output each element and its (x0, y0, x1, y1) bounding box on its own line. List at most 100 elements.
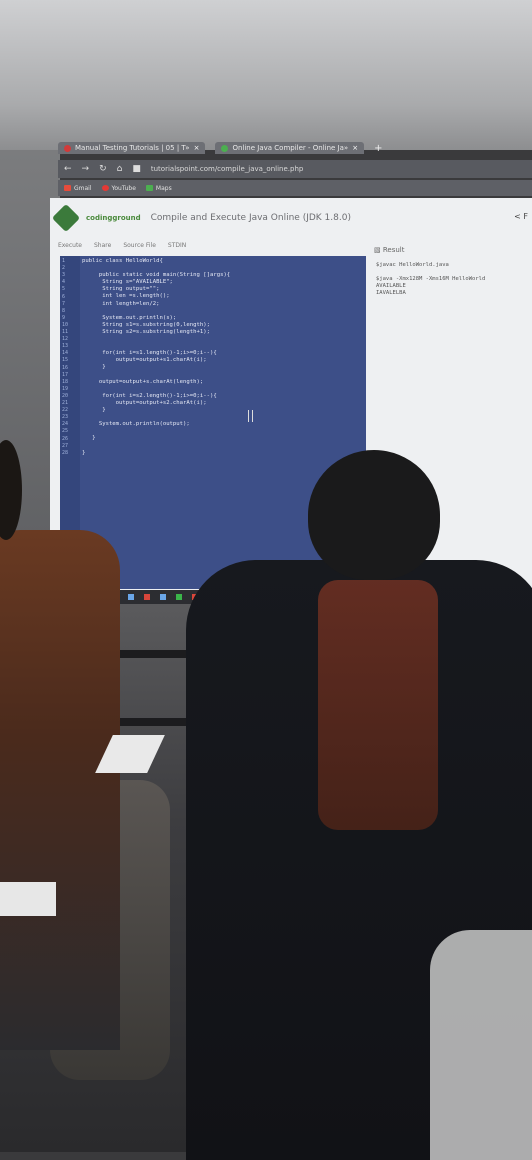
code-line[interactable]: } (82, 364, 362, 371)
code-line[interactable]: public static void main(String []args){ (82, 272, 362, 279)
line-number: 23 (62, 414, 69, 421)
code-line[interactable]: output=output+s1.charAt(i); (82, 357, 362, 364)
code-line[interactable]: } (82, 435, 362, 442)
compiler-page: codingground Compile and Execute Java On… (50, 198, 532, 593)
lock-icon: ■ (132, 164, 141, 174)
line-number: 25 (62, 428, 69, 435)
reload-icon[interactable]: ↻ (99, 164, 107, 174)
result-line: IAVALELBA (376, 290, 406, 296)
line-number: 2 (62, 265, 66, 272)
url-text[interactable]: tutorialspoint.com/compile_java_online.p… (151, 165, 303, 173)
line-number: 13 (62, 343, 69, 350)
code-line[interactable]: } (82, 407, 362, 414)
home-icon[interactable]: ⌂ (117, 164, 123, 174)
code-line[interactable]: String s1=s.substring(0,length); (82, 322, 362, 329)
line-number: 10 (62, 321, 69, 328)
result-line (376, 269, 532, 276)
line-number: 20 (62, 392, 69, 399)
code-line[interactable] (82, 386, 362, 393)
result-line: $java -Xmx128M -Xms16M HelloWorld (376, 276, 486, 282)
code-line[interactable] (82, 414, 362, 421)
taskbar-icon[interactable] (128, 594, 134, 600)
execute-button[interactable]: Execute (58, 242, 82, 249)
bookmark-youtube[interactable]: YouTube (101, 185, 136, 192)
address-bar[interactable]: ← → ↻ ⌂ ■ tutorialspoint.com/compile_jav… (58, 160, 532, 178)
code-line[interactable] (82, 336, 362, 343)
youtube-icon (101, 185, 109, 191)
line-number: 17 (62, 371, 69, 378)
person-right-edge (430, 930, 532, 1160)
line-number: 3 (62, 272, 66, 279)
bookmarks-bar: Gmail YouTube Maps (58, 180, 532, 196)
site-favicon-icon (221, 144, 229, 152)
line-number: 27 (62, 442, 69, 449)
line-number: 28 (62, 449, 69, 456)
new-tab-button[interactable]: + (374, 143, 382, 154)
browser-tab[interactable]: Manual Testing Tutorials | 05 | T» × (58, 142, 206, 154)
line-number: 24 (62, 421, 69, 428)
chrome-taskbar-icon[interactable] (176, 594, 182, 600)
code-line[interactable]: String s2=s.substring(length+1); (82, 329, 362, 336)
gmail-icon (64, 185, 71, 191)
text-cursor-icon (248, 410, 253, 422)
code-line[interactable]: public class HelloWorld{ (82, 258, 362, 265)
line-number: 19 (62, 385, 69, 392)
site-header: codingground Compile and Execute Java On… (50, 198, 532, 238)
code-line[interactable]: int length=len/2; (82, 301, 362, 308)
codingground-logo-icon[interactable] (51, 203, 81, 233)
red-garment (318, 580, 438, 830)
code-line[interactable]: String output=""; (82, 286, 362, 293)
taskbar-icon[interactable] (144, 594, 150, 600)
share-button[interactable]: < F (514, 212, 528, 221)
stdin-button[interactable]: STDIN (168, 242, 186, 249)
line-number: 5 (62, 286, 66, 293)
taskbar-icon[interactable] (160, 594, 166, 600)
line-number: 16 (62, 364, 69, 371)
source-file-button[interactable]: Source File (123, 242, 156, 249)
line-number: 7 (62, 300, 66, 307)
line-number: 9 (62, 314, 66, 321)
page-title: Compile and Execute Java Online (JDK 1.8… (150, 213, 351, 223)
code-line[interactable] (82, 428, 362, 435)
code-text[interactable]: public class HelloWorld{ public static v… (82, 258, 362, 457)
code-line[interactable]: output=output+s2.charAt(i); (82, 400, 362, 407)
ceiling (0, 0, 532, 150)
line-number: 26 (62, 435, 69, 442)
seated-person-left (0, 530, 120, 1050)
line-number: 11 (62, 329, 69, 335)
person-head-center (308, 450, 440, 580)
line-number: 4 (62, 279, 66, 286)
code-line[interactable]: for(int i=s2.length()-1;i>=0;i--){ (82, 393, 362, 400)
code-line[interactable] (82, 442, 362, 449)
code-line[interactable]: } (82, 450, 362, 457)
close-tab-icon[interactable]: × (194, 144, 200, 152)
paper-notebook (0, 882, 56, 916)
forward-icon[interactable]: → (82, 164, 90, 174)
browser-tab[interactable]: Online Java Compiler - Online Ja» × (215, 142, 365, 154)
browser-tab-strip: Manual Testing Tutorials | 05 | T» × Onl… (58, 140, 532, 156)
close-tab-icon[interactable]: × (352, 144, 358, 152)
result-heading: ▧ Result (374, 246, 405, 254)
line-number: 1 (62, 258, 66, 264)
bookmark-gmail[interactable]: Gmail (64, 185, 92, 192)
share-code-button[interactable]: Share (94, 242, 111, 249)
line-number: 18 (62, 378, 69, 385)
code-line[interactable] (82, 343, 362, 350)
code-line[interactable]: System.out.println(s); (82, 315, 362, 322)
youtube-favicon-icon (64, 144, 71, 152)
line-number: 15 (62, 357, 69, 364)
bookmark-maps[interactable]: Maps (145, 185, 172, 192)
code-line[interactable]: output=output+s.charAt(length); (82, 379, 362, 386)
code-line[interactable]: String s="AVAILABLE"; (82, 279, 362, 286)
code-line[interactable]: for(int i=s1.length()-1;i>=0;i--){ (82, 350, 362, 357)
line-number: 14 (62, 350, 69, 357)
code-line[interactable]: int len =s.length(); (82, 293, 362, 300)
code-line[interactable] (82, 372, 362, 379)
brand-name[interactable]: codingground (86, 214, 141, 222)
line-number: 21 (62, 400, 69, 406)
code-line[interactable] (82, 265, 362, 272)
result-line: AVAILABLE (376, 283, 406, 289)
code-line[interactable] (82, 308, 362, 315)
code-line[interactable]: System.out.println(output); (82, 421, 362, 428)
back-icon[interactable]: ← (64, 164, 72, 174)
